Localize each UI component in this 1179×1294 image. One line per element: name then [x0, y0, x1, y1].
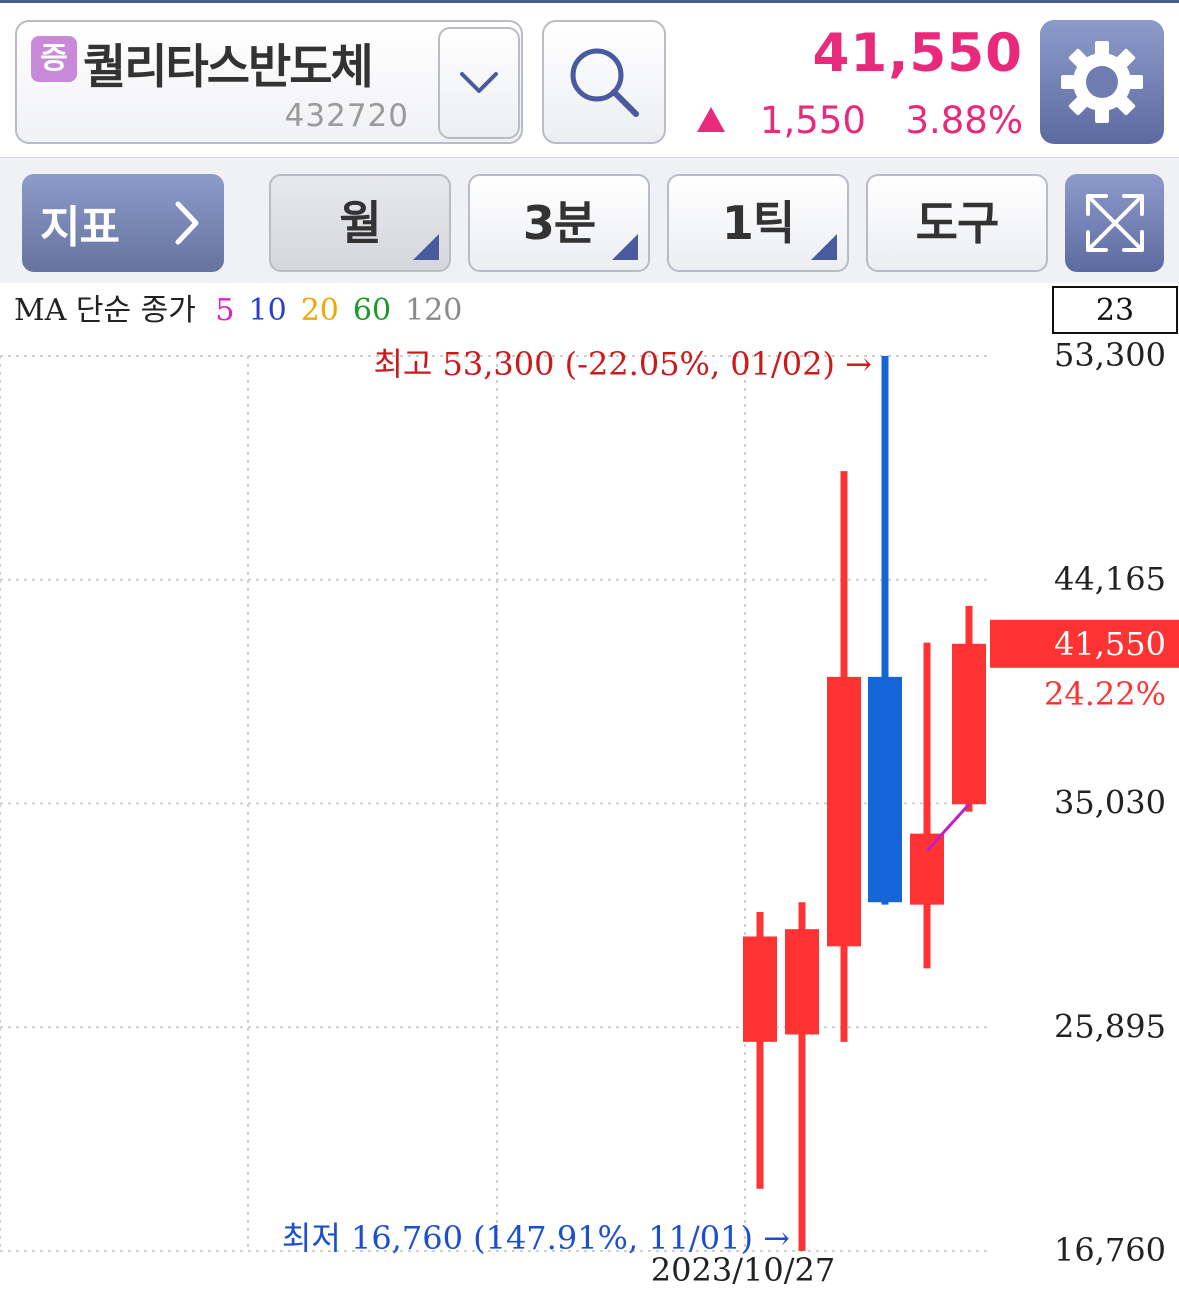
y-axis-tick-label: 16,760: [1054, 1231, 1166, 1269]
settings-button[interactable]: [1040, 20, 1164, 144]
candle-body[interactable]: [952, 643, 986, 805]
chart-toolbar: 지표 월 3분 1틱 도구: [0, 157, 1179, 283]
y-axis-tick-label: 35,030: [1054, 784, 1166, 822]
expand-icon: [1085, 194, 1144, 252]
stock-name: 퀄리타스반도체: [83, 40, 374, 95]
price-change: 1,550: [760, 99, 866, 142]
tools-button[interactable]: 도구: [866, 174, 1048, 272]
current-price: 41,550: [812, 23, 1023, 84]
search-icon: [570, 48, 639, 117]
tools-label: 도구: [915, 196, 1000, 250]
price-change-percent: 3.88%: [905, 99, 1023, 142]
chevron-down-icon: [460, 72, 498, 93]
dropdown-corner-icon: [811, 234, 837, 260]
dropdown-corner-icon: [612, 234, 638, 260]
current-percent-label: 24.22%: [1044, 675, 1166, 713]
tick-label: 1틱: [721, 196, 795, 250]
current-price-label: 41,550: [1054, 625, 1166, 663]
y-axis-tick-label: 44,165: [1054, 560, 1166, 598]
chevron-right-icon: [175, 201, 199, 245]
indicator-label: 지표: [40, 202, 120, 253]
candle-body[interactable]: [827, 676, 861, 947]
ma5-line: [925, 803, 971, 852]
candle-count-label: 23: [1096, 293, 1134, 328]
indicator-button[interactable]: 지표: [22, 174, 224, 272]
candle-body[interactable]: [868, 676, 902, 903]
candle-body[interactable]: [910, 833, 944, 905]
dropdown-corner-icon: [413, 234, 439, 260]
x-axis-date-label: 2023/10/27: [651, 1251, 835, 1289]
minute-button[interactable]: 3분: [468, 174, 650, 272]
up-arrow-icon: [697, 107, 725, 132]
stock-header: 증 퀄리타스반도체 432720 41,550 1,550 3.88%: [0, 0, 1179, 157]
gear-icon: [1061, 41, 1143, 123]
search-button[interactable]: [542, 20, 666, 144]
minute-label: 3분: [522, 196, 596, 250]
stock-code: 432720: [284, 98, 409, 134]
market-badge: 증: [31, 36, 77, 82]
candle-body[interactable]: [743, 936, 777, 1042]
y-axis-tick-label: 53,300: [1054, 336, 1166, 374]
high-annotation: 최고 53,300 (-22.05%, 01/02) →: [373, 345, 872, 383]
period-label: 월: [339, 196, 381, 250]
period-button[interactable]: 월: [269, 174, 451, 272]
stock-dropdown-button[interactable]: [438, 27, 520, 139]
candle-body[interactable]: [785, 929, 819, 1035]
y-axis-tick-label: 25,895: [1054, 1007, 1166, 1045]
fullscreen-button[interactable]: [1065, 174, 1164, 272]
tick-button[interactable]: 1틱: [667, 174, 849, 272]
candlestick-chart[interactable]: 53,300 44,165 35,030 25,895 16,760 23 41,550 24…: [0, 283, 1179, 1294]
